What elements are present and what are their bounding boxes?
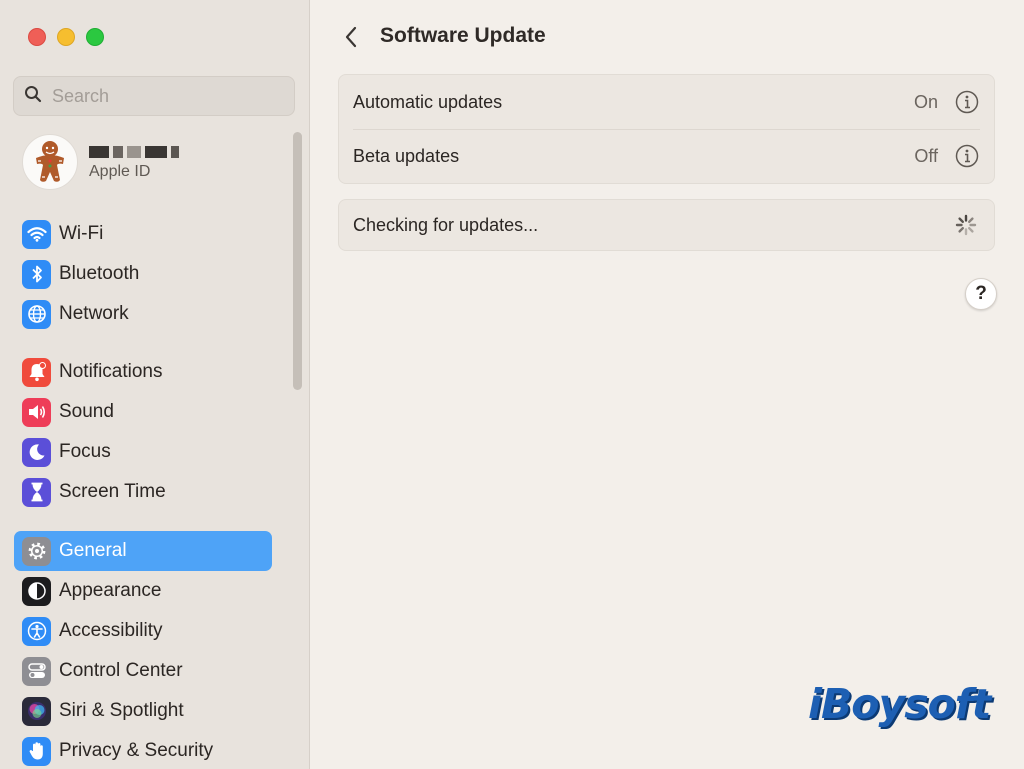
sidebar-item-general[interactable]: General xyxy=(14,531,272,571)
search-box[interactable] xyxy=(13,76,295,116)
sidebar-item-label: Screen Time xyxy=(59,481,166,502)
search-input[interactable] xyxy=(52,85,272,107)
sidebar: Apple ID Wi-Fi xyxy=(0,0,310,769)
nav-group-system: General Appearance Accessibility Control… xyxy=(14,531,272,769)
avatar xyxy=(22,134,78,190)
watermark-logo: iBoysoft xyxy=(808,680,991,728)
nav-group-connectivity: Wi-Fi Bluetooth Network xyxy=(14,214,272,334)
search-icon xyxy=(24,85,42,108)
close-window-button[interactable] xyxy=(28,28,46,46)
apple-id-account[interactable]: Apple ID xyxy=(22,134,179,190)
hand-icon xyxy=(22,736,51,766)
globe-icon xyxy=(22,299,51,329)
sidebar-item-label: Bluetooth xyxy=(59,263,140,284)
sidebar-item-label: Privacy & Security xyxy=(59,740,214,761)
bluetooth-icon xyxy=(22,259,51,289)
info-icon xyxy=(955,144,979,168)
sidebar-item-label: Network xyxy=(59,303,129,324)
automatic-updates-label: Automatic updates xyxy=(353,91,503,112)
apple-id-label: Apple ID xyxy=(89,162,151,180)
sidebar-item-label: Appearance xyxy=(59,580,162,601)
sidebar-item-label: Siri & Spotlight xyxy=(59,700,184,721)
sidebar-item-privacy-security[interactable]: Privacy & Security xyxy=(14,731,272,769)
update-status-label: Checking for updates... xyxy=(353,214,539,235)
window-controls xyxy=(28,28,104,46)
account-name-redacted xyxy=(89,144,179,160)
info-icon xyxy=(955,90,979,114)
sidebar-item-label: Notifications xyxy=(59,361,163,382)
toggles-icon xyxy=(22,656,51,686)
appearance-icon xyxy=(22,576,51,606)
speaker-icon xyxy=(22,397,51,427)
sidebar-item-label: Wi-Fi xyxy=(59,223,104,244)
gingerbread-avatar-icon xyxy=(36,141,64,182)
beta-updates-info-button[interactable] xyxy=(954,143,980,169)
update-status-row: Checking for updates... xyxy=(339,200,994,250)
settings-window: Apple ID Wi-Fi xyxy=(0,0,1024,769)
sidebar-item-label: General xyxy=(59,540,127,561)
hourglass-icon xyxy=(22,477,51,507)
sidebar-item-control-center[interactable]: Control Center xyxy=(14,651,272,691)
automatic-updates-info-button[interactable] xyxy=(954,89,980,115)
sidebar-item-label: Focus xyxy=(59,441,111,462)
zoom-window-button[interactable] xyxy=(86,28,104,46)
help-button[interactable]: ? xyxy=(965,278,997,310)
sidebar-item-sound[interactable]: Sound xyxy=(14,392,272,432)
sidebar-item-network[interactable]: Network xyxy=(14,294,272,334)
nav-group-attention: Notifications Sound Focus Screen Time xyxy=(14,352,272,512)
automatic-updates-row: Automatic updates On xyxy=(339,75,994,129)
sidebar-item-bluetooth[interactable]: Bluetooth xyxy=(14,254,272,294)
sidebar-item-label: Accessibility xyxy=(59,620,163,641)
sidebar-item-accessibility[interactable]: Accessibility xyxy=(14,611,272,651)
chevron-left-icon xyxy=(345,26,357,48)
bell-icon xyxy=(22,357,51,387)
automatic-updates-value: On xyxy=(913,91,938,112)
update-status-group: Checking for updates... xyxy=(338,199,995,251)
gear-icon xyxy=(22,536,51,566)
beta-updates-row: Beta updates Off xyxy=(339,129,994,183)
main-pane: Software Update Automatic updates On Bet… xyxy=(310,0,1024,769)
beta-updates-value: Off xyxy=(914,145,938,166)
page-title: Software Update xyxy=(380,24,546,47)
sidebar-item-wifi[interactable]: Wi-Fi xyxy=(14,214,272,254)
wifi-icon xyxy=(22,219,51,249)
sidebar-item-label: Control Center xyxy=(59,660,183,681)
sidebar-item-screen-time[interactable]: Screen Time xyxy=(14,472,272,512)
sidebar-item-siri-spotlight[interactable]: Siri & Spotlight xyxy=(14,691,272,731)
sidebar-item-focus[interactable]: Focus xyxy=(14,432,272,472)
beta-updates-label: Beta updates xyxy=(353,145,460,166)
minimize-window-button[interactable] xyxy=(57,28,75,46)
sidebar-item-appearance[interactable]: Appearance xyxy=(14,571,272,611)
spinner-icon xyxy=(954,213,978,237)
siri-icon xyxy=(22,696,51,726)
update-settings-group: Automatic updates On Beta updates Off xyxy=(338,74,995,184)
back-button[interactable] xyxy=(336,22,366,52)
accessibility-icon xyxy=(22,616,51,646)
sidebar-item-notifications[interactable]: Notifications xyxy=(14,352,272,392)
sidebar-scrollbar[interactable] xyxy=(291,132,303,392)
moon-icon xyxy=(22,437,51,467)
sidebar-item-label: Sound xyxy=(59,401,114,422)
scrollbar-thumb[interactable] xyxy=(293,132,302,390)
